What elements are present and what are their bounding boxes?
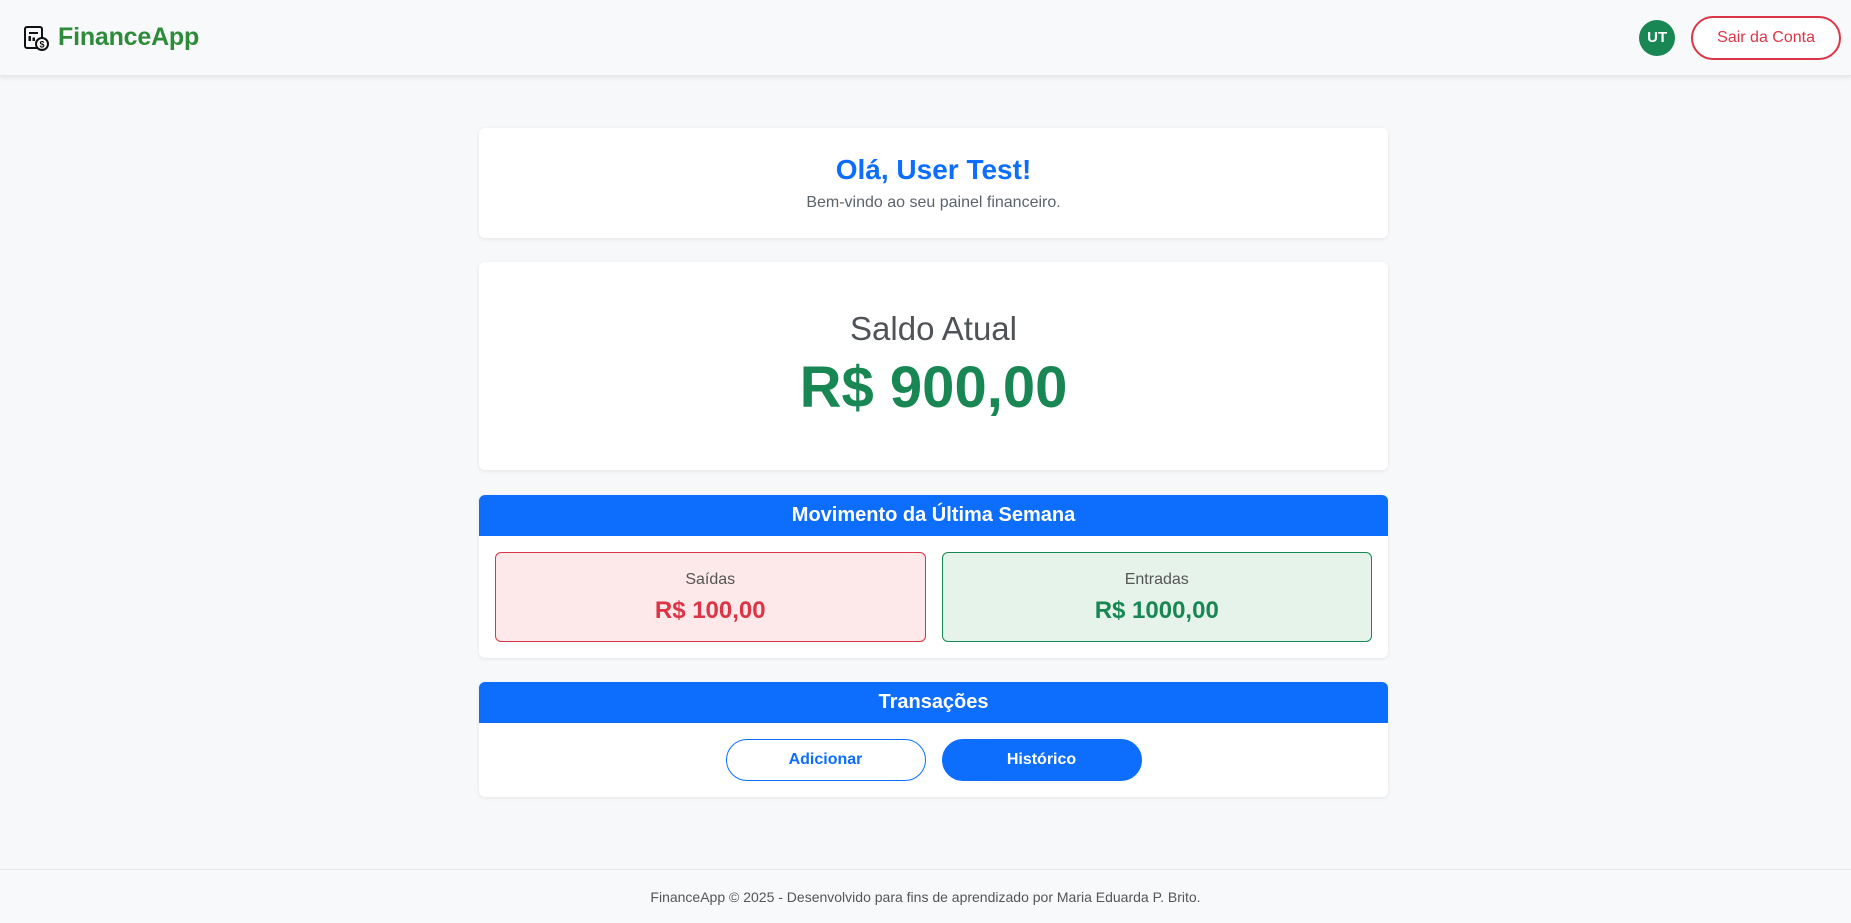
inflows-value: R$ 1000,00 <box>1094 597 1219 624</box>
top-navbar: $ FinanceApp UT Sair da Conta <box>0 0 1851 76</box>
history-button[interactable]: Histórico <box>941 739 1142 781</box>
welcome-subtitle: Bem-vindo ao seu painel financeiro. <box>806 194 1061 211</box>
outflows-label: Saídas <box>685 571 736 588</box>
user-area: UT Sair da Conta <box>1639 15 1841 60</box>
outflows-box: Saídas R$ 100,00 <box>495 552 926 642</box>
inflows-label: Entradas <box>1124 571 1189 588</box>
balance-card: Saldo Atual R$ 900,00 <box>479 262 1388 470</box>
transactions-card: Transações Adicionar Histórico <box>479 682 1388 797</box>
weekly-movement-card: Movimento da Última Semana Saídas R$ 100… <box>479 495 1388 658</box>
welcome-card: Olá, User Test! Bem-vindo ao seu painel … <box>479 128 1388 238</box>
movement-summary: Saídas R$ 100,00 Entradas R$ 1000,00 <box>479 536 1388 642</box>
svg-text:$: $ <box>39 39 44 49</box>
avatar[interactable]: UT <box>1639 19 1676 56</box>
add-transaction-button[interactable]: Adicionar <box>725 739 926 781</box>
footer: FinanceApp © 2025 - Desenvolvido para fi… <box>0 869 1851 923</box>
balance-label: Saldo Atual <box>850 310 1017 347</box>
finance-document-icon: $ <box>24 25 49 51</box>
transactions-header: Transações <box>479 682 1388 723</box>
brand-link[interactable]: $ FinanceApp <box>22 23 199 52</box>
transactions-actions: Adicionar Histórico <box>479 723 1388 781</box>
brand-name: FinanceApp <box>58 23 200 51</box>
movement-header: Movimento da Última Semana <box>479 495 1388 536</box>
logout-button[interactable]: Sair da Conta <box>1691 15 1841 60</box>
welcome-title: Olá, User Test! <box>835 154 1032 185</box>
outflows-value: R$ 100,00 <box>654 597 766 624</box>
footer-text: FinanceApp © 2025 - Desenvolvido para fi… <box>650 888 1201 905</box>
inflows-box: Entradas R$ 1000,00 <box>941 552 1372 642</box>
balance-amount: R$ 900,00 <box>799 355 1068 420</box>
